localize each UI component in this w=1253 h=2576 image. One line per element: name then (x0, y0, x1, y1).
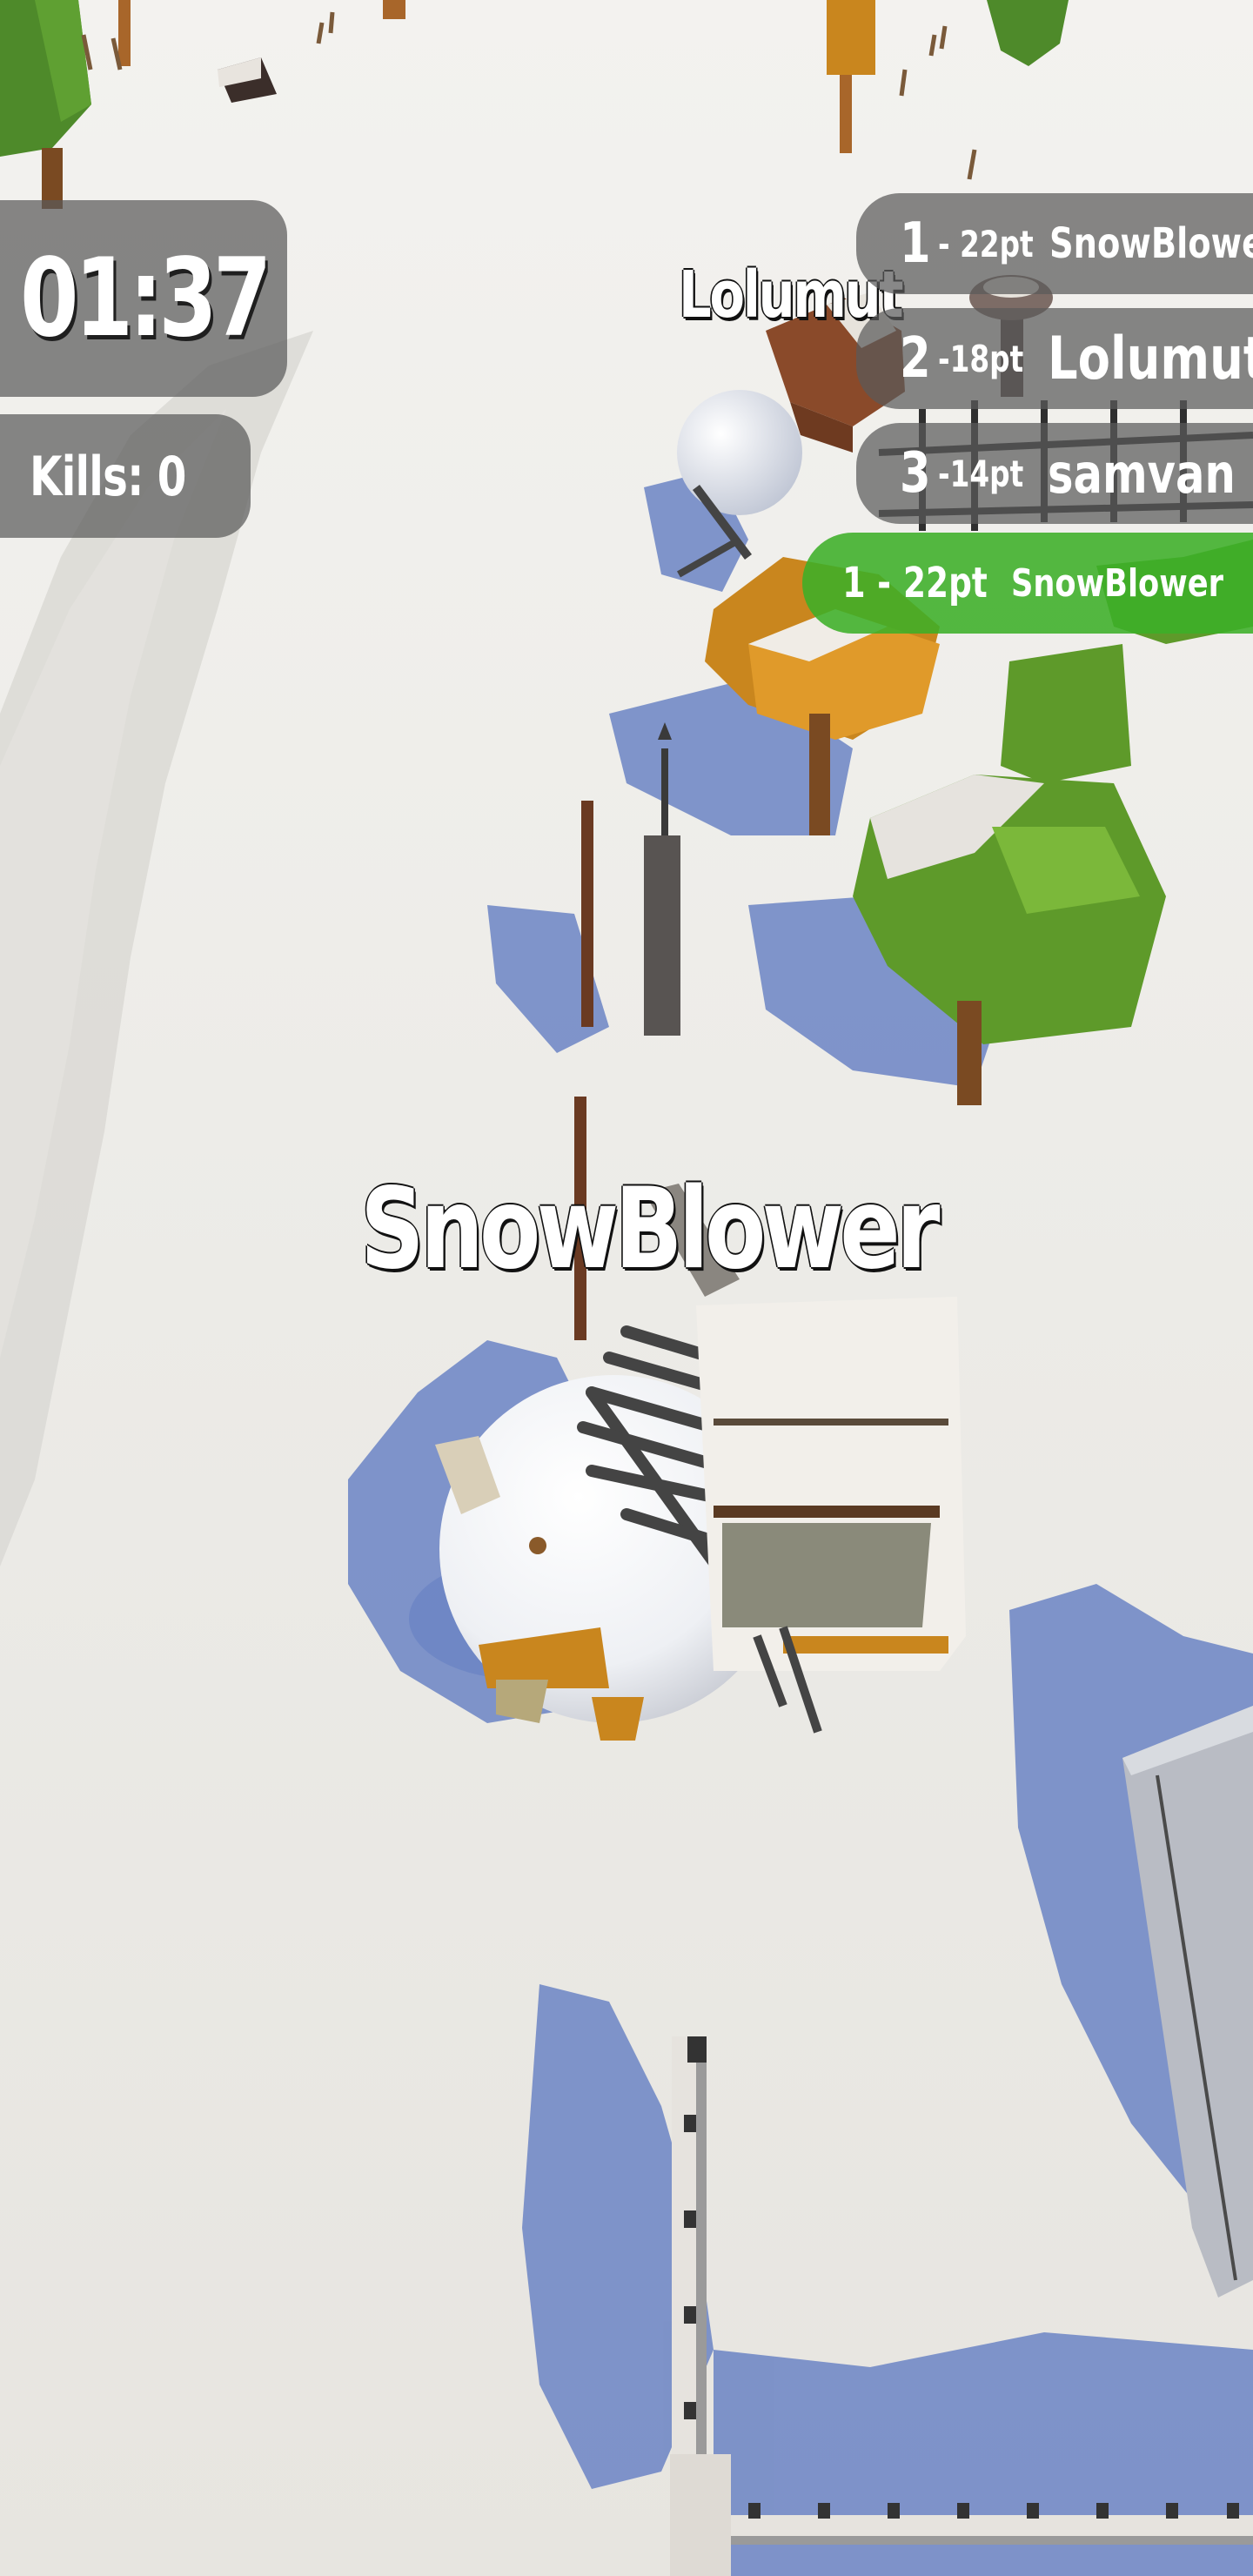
player-nametag: SnowBlower (360, 1164, 940, 1294)
leaderboard-points: -14pt (938, 452, 1024, 495)
leaderboard-points: -18pt (938, 337, 1024, 380)
leaderboard-rank: 1 (900, 211, 931, 276)
timer-panel: 01:37 (0, 200, 287, 397)
leaderboard-row: 2 -18pt Lolumut (856, 308, 1253, 409)
kills-panel: Kills: 0 (0, 414, 251, 538)
leaderboard-rank: 3 (900, 441, 931, 506)
leaderboard-row: 1 - 22pt SnowBlower (856, 193, 1253, 294)
leaderboard-row: 3 -14pt samvan (856, 423, 1253, 524)
leaderboard-name: Lolumut (1048, 324, 1253, 393)
player-name: SnowBlower (1011, 560, 1224, 606)
crate-on-ball (696, 1297, 966, 1671)
player-points: 22pt (903, 559, 988, 607)
timer-value: 01:37 (19, 236, 271, 361)
leaderboard-name: SnowBlower (1049, 219, 1253, 268)
player-rank: 1 - (842, 559, 892, 607)
leaderboard-rank: 2 (900, 326, 931, 391)
leaderboard-points: - 22pt (938, 222, 1034, 265)
post (118, 0, 131, 66)
leaderboard-name: samvan (1048, 441, 1236, 506)
player-rank-row: 1 - 22pt SnowBlower (802, 533, 1253, 634)
pole-1 (581, 801, 593, 1027)
kills-counter: Kills: 0 (30, 444, 186, 508)
